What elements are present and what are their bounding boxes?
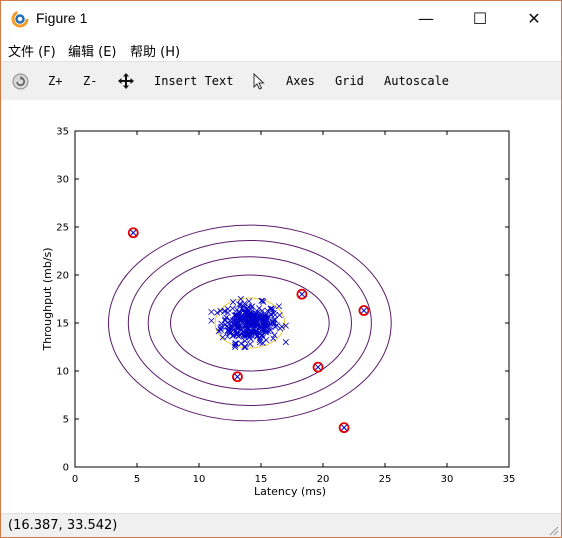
menu-bar: 文件 (F) 编辑 (E) 帮助 (H) (1, 37, 561, 61)
autoscale-button[interactable]: Autoscale (384, 74, 449, 88)
y-axis-label: Throughput (mb/s) (41, 247, 54, 351)
plot-canvas[interactable]: 0 5 10 15 20 25 30 35 0 5 10 15 20 25 30 35 Latency (ms)… (1, 100, 561, 512)
window-title: Figure 1 (36, 10, 88, 26)
y-tick-label: 5 (63, 415, 69, 426)
y-tick-label: 25 (56, 223, 69, 234)
grid-button[interactable]: Grid (335, 74, 364, 88)
status-bar: (16.387, 33.542) (1, 513, 561, 537)
y-tick-label: 0 (63, 463, 69, 474)
close-button[interactable]: ✕ (509, 1, 559, 35)
minimize-button[interactable]: — (401, 1, 451, 35)
cursor-coordinates: (16.387, 33.542) (8, 518, 118, 533)
octave-logo-icon (11, 10, 29, 28)
x-tick-label: 35 (503, 474, 516, 485)
x-tick-label: 15 (255, 474, 268, 485)
maximize-button[interactable]: ☐ (455, 1, 505, 35)
x-tick-label: 5 (134, 474, 140, 485)
menu-help[interactable]: 帮助 (H) (130, 41, 180, 60)
resize-grip-icon[interactable] (547, 524, 559, 536)
zoom-out-button[interactable]: Z- (83, 74, 97, 88)
x-axis-label: Latency (ms) (254, 485, 326, 498)
x-tick-label: 10 (193, 474, 206, 485)
y-tick-label: 20 (56, 271, 69, 282)
x-tick-label: 30 (441, 474, 454, 485)
y-tick-label: 15 (56, 319, 69, 330)
y-tick-label: 35 (56, 127, 69, 138)
y-tick-label: 10 (56, 367, 69, 378)
menu-edit[interactable]: 编辑 (E) (68, 41, 117, 60)
figure-window: Figure 1 — ☐ ✕ 文件 (F) 编辑 (E) 帮助 (H) Z+ Z… (0, 0, 562, 538)
zoom-in-button[interactable]: Z+ (48, 74, 62, 88)
x-tick-label: 25 (379, 474, 392, 485)
title-bar[interactable]: Figure 1 — ☐ ✕ (1, 1, 561, 37)
pointer-icon[interactable] (253, 73, 265, 90)
x-tick-label: 0 (72, 474, 78, 485)
axes-button[interactable]: Axes (286, 74, 315, 88)
rotate-icon[interactable] (12, 73, 29, 90)
y-tick-label: 30 (56, 175, 69, 186)
pan-arrows-icon[interactable] (117, 72, 135, 90)
scatter-chart[interactable]: 0 5 10 15 20 25 30 35 0 5 10 15 20 25 30 35 Latency (ms)… (1, 100, 561, 512)
menu-file[interactable]: 文件 (F) (8, 41, 56, 60)
insert-text-button[interactable]: Insert Text (154, 74, 233, 88)
toolbar: Z+ Z- Insert Text Axes Grid Autoscale (1, 61, 561, 101)
x-tick-label: 20 (317, 474, 330, 485)
